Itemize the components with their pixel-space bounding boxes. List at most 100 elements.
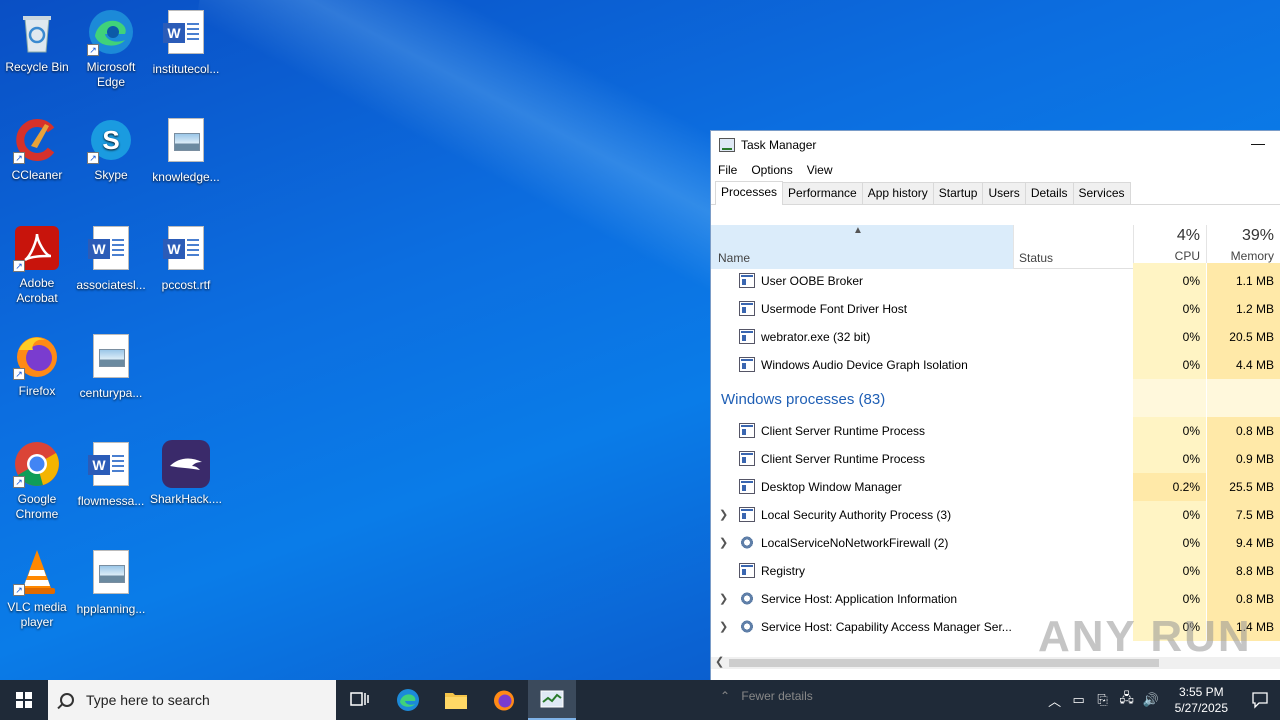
desktop-icon-skype[interactable]: S ↗ Skype (74, 116, 148, 183)
process-icon (739, 423, 755, 438)
service-gear-icon (739, 591, 755, 606)
menu-options[interactable]: Options (751, 163, 792, 177)
menu-view[interactable]: View (807, 163, 833, 177)
svg-text:S: S (102, 125, 119, 155)
process-memory: 9.4 MB (1206, 529, 1280, 557)
title-bar[interactable]: Task Manager — (711, 131, 1280, 159)
chevron-up-icon[interactable]: ︿ (1043, 691, 1067, 710)
task-manager-icon (719, 138, 735, 152)
taskbar-search-box[interactable]: Type here to search (48, 680, 336, 720)
table-row[interactable]: Desktop Window Manager 0.2% 25.5 MB (711, 473, 1280, 501)
image-file-icon (87, 550, 135, 598)
process-list[interactable]: User OOBE Broker 0% 1.1 MB Usermode Font… (711, 263, 1280, 655)
process-memory: 4.4 MB (1206, 351, 1280, 379)
desktop-icon-vlc[interactable]: ↗ VLC media player (0, 548, 74, 630)
process-icon (739, 301, 755, 316)
table-row[interactable]: webrator.exe (32 bit) 0% 20.5 MB (711, 323, 1280, 351)
desktop-icon-label: CCleaner (11, 168, 63, 182)
process-memory: 0.8 MB (1206, 417, 1280, 445)
word-document-icon: W (87, 226, 135, 274)
system-tray: ︿ ▭ ⎘ 🖧 🔊 3:55 PM 5/27/2025 (1043, 680, 1280, 720)
taskbar: Type here to search ︿ ▭ ⎘ 🖧 🔊 3:55 PM 5/… (0, 680, 1280, 720)
tab-processes[interactable]: Processes (715, 181, 784, 205)
process-cpu: 0% (1133, 557, 1206, 585)
scroll-left-icon[interactable]: ❮ (715, 655, 724, 668)
minimize-icon[interactable]: — (1248, 135, 1268, 151)
group-header-windows-processes[interactable]: Windows processes (83) (711, 379, 1280, 417)
desktop-icon-label: Adobe Acrobat (16, 276, 58, 305)
service-gear-icon (739, 535, 755, 550)
tab-services[interactable]: Services (1072, 182, 1131, 204)
desktop-icon-firefox[interactable]: ↗ Firefox (0, 332, 74, 399)
table-row[interactable]: User OOBE Broker 0% 1.1 MB (711, 267, 1280, 295)
desktop-icon-google-chrome[interactable]: ↗ Google Chrome (0, 440, 74, 522)
clock-date: 5/27/2025 (1174, 701, 1228, 715)
process-name: User OOBE Broker (761, 274, 864, 288)
tab-performance[interactable]: Performance (782, 182, 863, 204)
process-memory: 0.9 MB (1206, 445, 1280, 473)
process-memory: 0.8 MB (1206, 585, 1280, 613)
desktop-icon-edge[interactable]: ↗ Microsoft Edge (74, 8, 148, 90)
volume-icon[interactable]: 🔊 (1139, 692, 1163, 708)
search-icon (60, 693, 74, 707)
process-name: webrator.exe (32 bit) (761, 330, 871, 344)
expand-chevron-icon[interactable]: ❯ (719, 508, 729, 521)
expand-chevron-icon[interactable]: ❯ (719, 620, 729, 633)
desktop-icon-sharkhack[interactable]: SharkHack.... (149, 440, 223, 507)
table-row[interactable]: ❯ LocalServiceNoNetworkFirewall (2) 0% 9… (711, 529, 1280, 557)
tab-app-history[interactable]: App history (861, 182, 934, 204)
desktop-icon-adobe-acrobat[interactable]: ↗ Adobe Acrobat (0, 224, 74, 306)
windows-logo-icon (16, 692, 32, 708)
chrome-icon: ↗ (13, 440, 61, 488)
desktop-icon-centurypa[interactable]: centurypa... (74, 332, 148, 401)
expand-chevron-icon[interactable]: ❯ (719, 592, 729, 605)
taskbar-edge-button[interactable] (384, 680, 432, 720)
clock[interactable]: 3:55 PM 5/27/2025 (1163, 684, 1240, 716)
notifications-button[interactable] (1240, 680, 1280, 720)
desktop-icon-ccleaner[interactable]: ↗ CCleaner (0, 116, 74, 183)
table-row[interactable]: Client Server Runtime Process 0% 0.8 MB (711, 417, 1280, 445)
tab-details[interactable]: Details (1024, 182, 1074, 204)
sort-ascending-icon: ▲ (853, 225, 863, 236)
desktop-icon-label: Microsoft Edge (86, 60, 136, 89)
shortcut-arrow-icon: ↗ (13, 584, 25, 596)
desktop-icon-label: knowledge... (152, 170, 220, 184)
network-adapter-icon[interactable]: ⎘ (1091, 692, 1115, 708)
desktop-icon-flowmessa[interactable]: W flowmessa... (74, 440, 148, 509)
fewer-details-button[interactable]: ⌃ Fewer details (720, 689, 813, 703)
desktop-icon-associatesl[interactable]: W associatesl... (74, 224, 148, 293)
image-file-icon (162, 118, 210, 166)
fewer-details-label: Fewer details (741, 689, 813, 703)
desktop-icon-recycle-bin[interactable]: Recycle Bin (0, 8, 74, 75)
acrobat-icon: ↗ (13, 224, 61, 272)
table-row[interactable]: Windows Audio Device Graph Isolation 0% … (711, 351, 1280, 379)
tab-startup[interactable]: Startup (932, 182, 984, 204)
network-icon[interactable]: 🖧 (1115, 689, 1139, 711)
menu-file[interactable]: File (718, 163, 737, 177)
desktop-icon-institutecol[interactable]: W institutecol... (149, 8, 223, 77)
desktop-icon-knowledge[interactable]: knowledge... (149, 116, 223, 185)
taskbar-firefox-button[interactable] (480, 680, 528, 720)
start-button[interactable] (0, 680, 48, 720)
table-row[interactable]: Registry 0% 8.8 MB (711, 557, 1280, 585)
recycle-bin-icon (13, 8, 61, 56)
ccleaner-icon: ↗ (13, 116, 61, 164)
cpu-total-percent: 4% (1176, 227, 1200, 244)
search-placeholder: Type here to search (86, 692, 210, 708)
table-row[interactable]: ❯ Service Host: Application Information … (711, 585, 1280, 613)
tablet-icon[interactable]: ▭ (1067, 692, 1091, 708)
process-cpu: 0% (1133, 501, 1206, 529)
task-view-button[interactable] (336, 680, 384, 720)
task-manager-window[interactable]: Task Manager — File Options View Process… (710, 130, 1280, 680)
process-cpu: 0.2% (1133, 473, 1206, 501)
table-row[interactable]: ❯ Local Security Authority Process (3) 0… (711, 501, 1280, 529)
taskbar-task-manager-button[interactable] (528, 680, 576, 720)
tab-users[interactable]: Users (982, 182, 1026, 204)
taskbar-file-explorer-button[interactable] (432, 680, 480, 720)
table-row[interactable]: Usermode Font Driver Host 0% 1.2 MB (711, 295, 1280, 323)
desktop-icon-hpplanning[interactable]: hpplanning... (74, 548, 148, 617)
desktop-icon-pccost[interactable]: W pccost.rtf (149, 224, 223, 293)
table-row[interactable]: Client Server Runtime Process 0% 0.9 MB (711, 445, 1280, 473)
expand-chevron-icon[interactable]: ❯ (719, 536, 729, 549)
process-icon (739, 451, 755, 466)
